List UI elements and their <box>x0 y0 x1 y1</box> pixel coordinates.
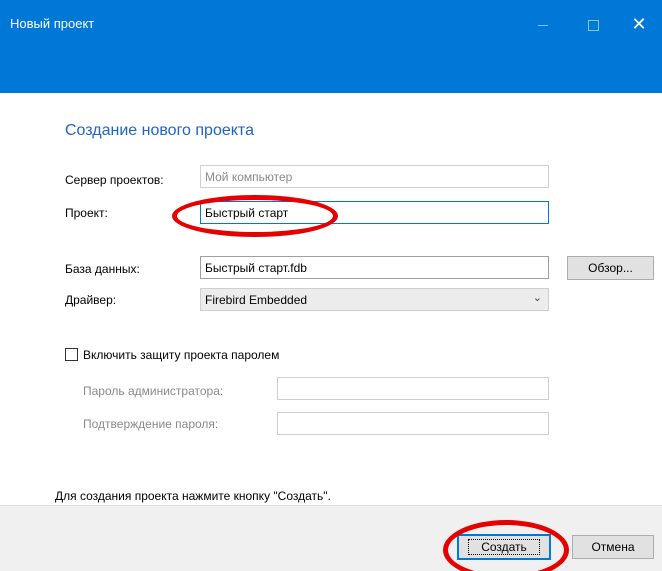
minimize-button[interactable] <box>520 0 566 50</box>
driver-select[interactable]: Firebird Embedded ⌄ <box>200 288 549 311</box>
new-project-dialog: Новый проект ✕ Создание нового проекта С… <box>0 0 662 571</box>
password-protection-checkbox[interactable] <box>65 348 78 361</box>
close-icon: ✕ <box>631 14 647 35</box>
maximize-icon <box>587 19 599 31</box>
admin-password-label: Пароль администратора: <box>83 384 224 398</box>
close-button[interactable]: ✕ <box>616 0 662 50</box>
annotation-ellipse-project <box>172 195 338 237</box>
annotation-ellipse-create <box>443 520 569 571</box>
hint-text: Для создания проекта нажмите кнопку "Соз… <box>55 489 331 503</box>
chevron-down-icon: ⌄ <box>532 292 542 304</box>
maximize-button[interactable] <box>570 0 616 50</box>
project-label: Проект: <box>65 206 108 220</box>
driver-label: Драйвер: <box>65 293 117 307</box>
admin-password-field[interactable] <box>277 377 549 400</box>
server-label: Сервер проектов: <box>65 173 164 187</box>
confirm-password-field[interactable] <box>277 412 549 435</box>
browse-button[interactable]: Обзор... <box>567 256 654 280</box>
window-title: Новый проект <box>10 16 95 31</box>
page-title: Создание нового проекта <box>65 122 254 139</box>
database-label: База данных: <box>65 262 140 276</box>
server-field: Мой компьютер <box>200 165 549 188</box>
cancel-button[interactable]: Отмена <box>572 535 654 559</box>
confirm-password-label: Подтверждение пароля: <box>83 417 219 431</box>
password-protection-label[interactable]: Включить защиту проекта паролем <box>83 348 279 362</box>
driver-select-value: Firebird Embedded <box>205 293 308 307</box>
server-label-text: Сервер проектов: <box>65 173 164 187</box>
header-banner <box>0 50 662 93</box>
minimize-icon <box>538 24 548 26</box>
database-field[interactable]: Быстрый старт.fdb <box>200 256 549 279</box>
title-bar: Новый проект ✕ <box>0 0 662 50</box>
